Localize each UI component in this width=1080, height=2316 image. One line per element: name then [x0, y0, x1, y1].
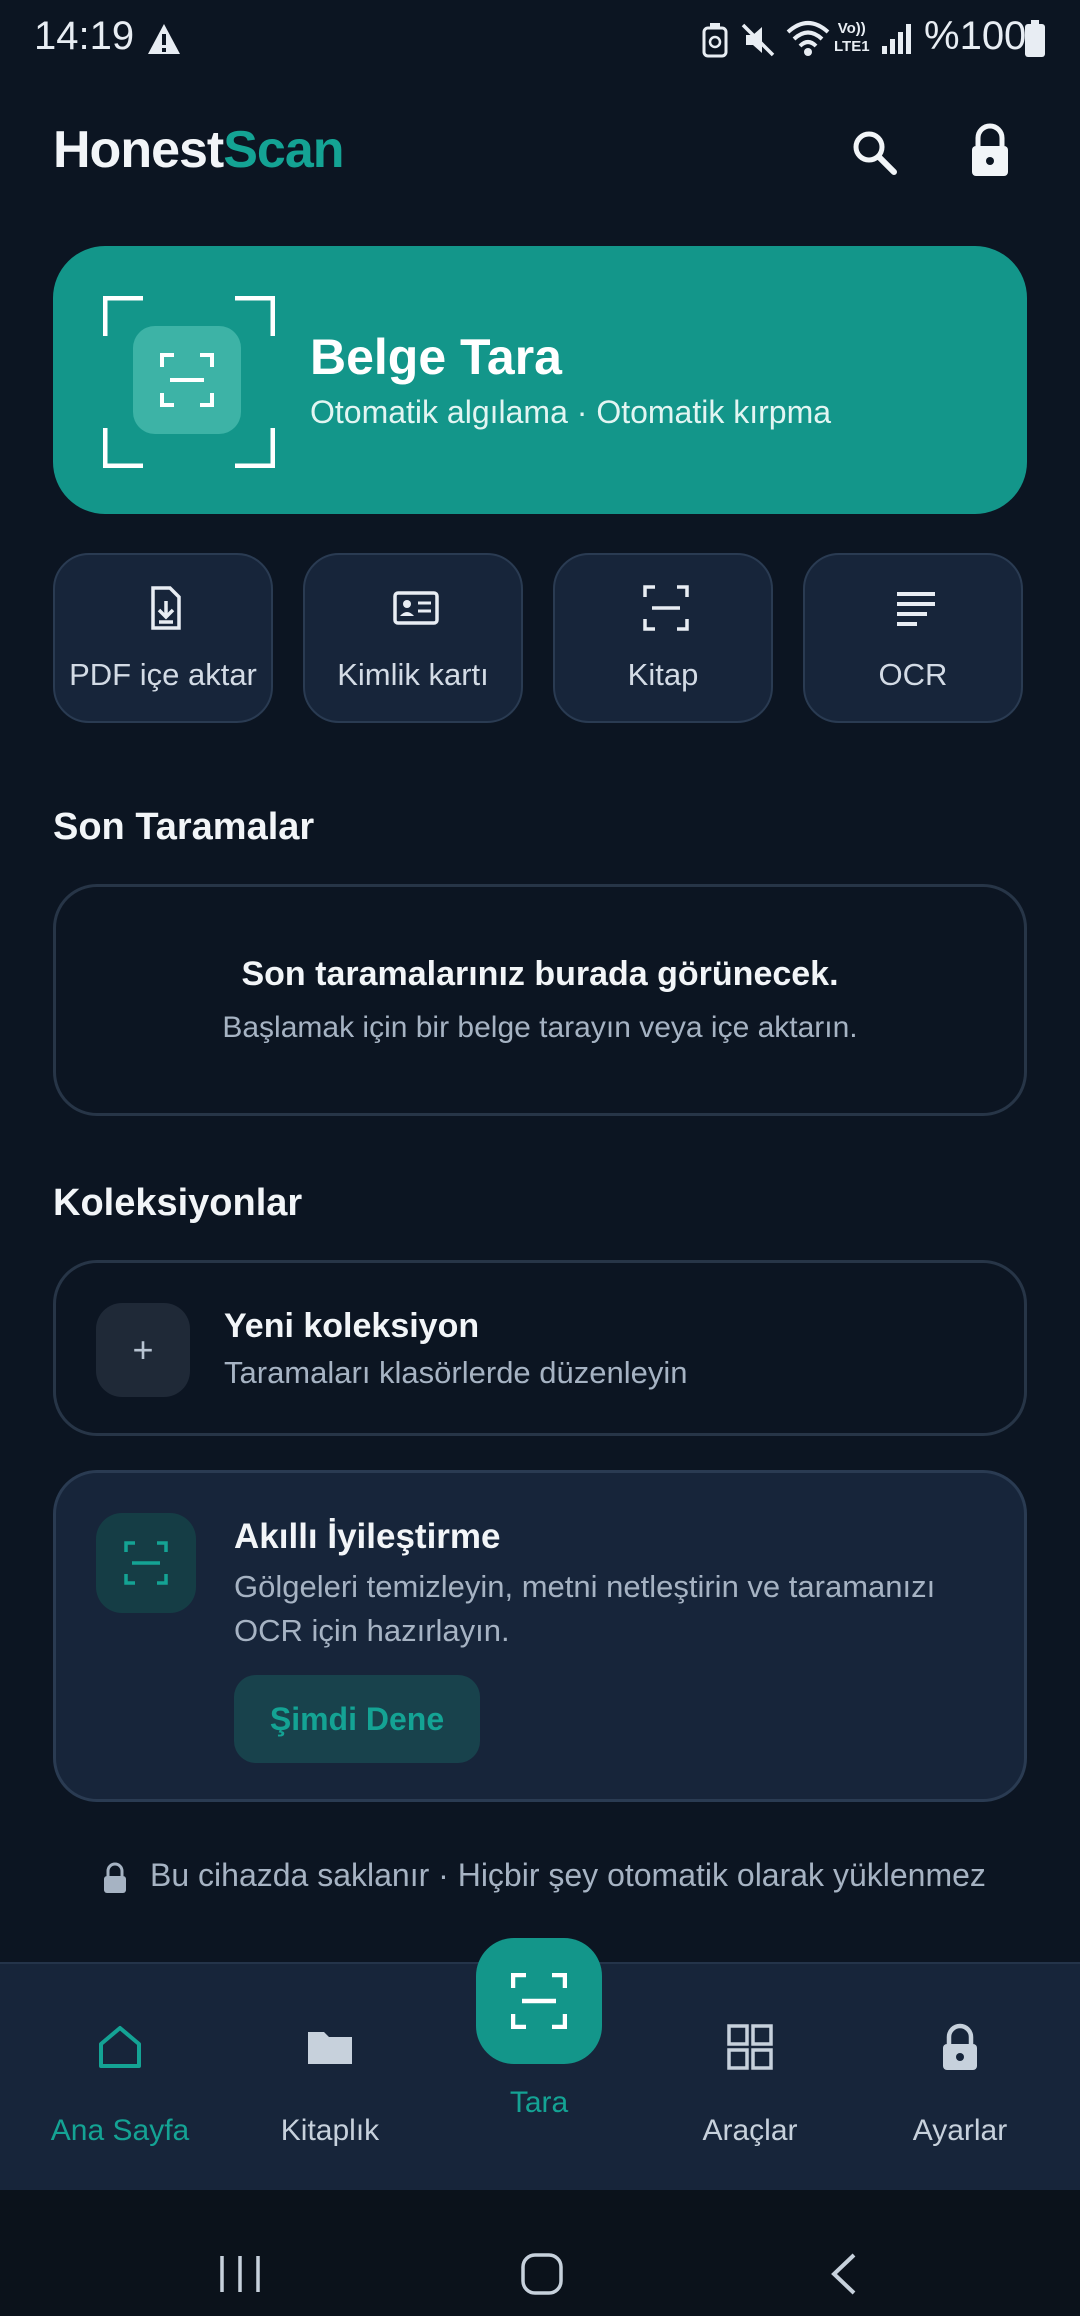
hero-title: Belge Tara	[310, 329, 562, 385]
empty-state-subtitle: Başlamak için bir belge tarayın veya içe…	[222, 1011, 858, 1044]
quick-action-ocr[interactable]: OCR	[803, 553, 1023, 723]
recent-scans-title: Son Taramalar	[53, 806, 315, 848]
back-icon[interactable]	[828, 2252, 858, 2296]
nav-label: Ana Sayfa	[50, 2114, 190, 2147]
battery-percent: %100	[924, 14, 1027, 58]
lock-icon	[104, 1862, 126, 1893]
quick-action-label: Kimlik kartı	[337, 657, 489, 692]
empty-state-title: Son taramalarınız burada görünecek.	[241, 955, 839, 993]
quick-action-label: Kitap	[627, 657, 699, 692]
lte-label: LTE1	[834, 38, 870, 55]
privacy-note: Bu cihazda saklanır · Hiçbir şey otomati…	[150, 1857, 986, 1893]
lock-icon[interactable]	[966, 122, 1014, 178]
quick-action-id-card[interactable]: Kimlik kartı	[303, 553, 523, 723]
ocr-text-icon	[897, 592, 935, 626]
id-card-icon	[393, 591, 439, 625]
battery-icon	[1025, 20, 1045, 57]
system-navigation-bar	[0, 2190, 1080, 2316]
try-now-button[interactable]: Şimdi Dene	[234, 1675, 480, 1763]
recent-apps-icon[interactable]	[218, 2254, 262, 2294]
home-button-icon[interactable]	[520, 2252, 564, 2296]
smart-enhance-card: Akıllı İyileştirme Gölgeleri temizleyin,…	[53, 1470, 1027, 1802]
smart-enhance-title: Akıllı İyileştirme	[234, 1517, 501, 1556]
nav-label: Kitaplık	[280, 2114, 380, 2147]
scan-icon	[124, 1541, 168, 1585]
mute-icon	[741, 23, 775, 57]
search-icon[interactable]	[850, 128, 898, 176]
signal-icon	[882, 24, 911, 54]
status-time: 14:19	[34, 14, 135, 58]
quick-action-book[interactable]: Kitap	[553, 553, 773, 723]
plus-icon: +	[96, 1303, 190, 1397]
recent-scans-empty-card: Son taramalarınız burada görünecek. Başl…	[53, 884, 1027, 1116]
nav-label: Araçlar	[702, 2114, 798, 2147]
collections-title: Koleksiyonlar	[53, 1182, 303, 1224]
volte-label: Vo))	[837, 20, 866, 37]
pdf-import-icon	[151, 586, 181, 630]
lock-icon	[943, 2023, 977, 2070]
scan-document-card[interactable]: Belge Tara Otomatik algılama · Otomatik …	[53, 246, 1027, 514]
new-collection-subtitle: Taramaları klasörlerde düzenleyin	[224, 1355, 688, 1390]
quick-action-label: OCR	[878, 657, 948, 692]
quick-action-label: PDF içe aktar	[69, 657, 257, 692]
scan-icon-box	[133, 326, 241, 434]
volte-icon: Vo)) LTE1	[834, 20, 870, 56]
app-logo: HonestScan	[53, 120, 345, 180]
wifi-icon	[786, 21, 830, 56]
status-bar: 14:19 Vo)) LTE1 %100	[0, 0, 1080, 80]
smart-enhance-description: Gölgeleri temizleyin, metni netleştirin …	[234, 1569, 936, 1648]
quick-action-pdf-import[interactable]: PDF içe aktar	[53, 553, 273, 723]
smart-enhance-icon-box	[96, 1513, 196, 1613]
book-scan-icon	[643, 585, 689, 631]
nav-label: Ayarlar	[912, 2114, 1008, 2147]
grid-icon	[727, 2024, 773, 2070]
warning-icon	[148, 24, 180, 54]
scan-fab-label: Tara	[509, 2086, 569, 2119]
alarm-icon	[702, 23, 728, 58]
new-collection-title: Yeni koleksiyon	[224, 1307, 480, 1345]
home-icon	[99, 2026, 141, 2068]
logo-part-2: Scan	[223, 121, 344, 179]
scan-icon	[160, 353, 214, 407]
logo-part-1: Honest	[53, 121, 224, 179]
scan-icon	[511, 1973, 567, 2029]
new-collection-card[interactable]: + Yeni koleksiyon Taramaları klasörlerde…	[53, 1260, 1027, 1436]
scan-fab-button[interactable]	[476, 1938, 602, 2064]
folder-icon	[308, 2032, 352, 2064]
hero-subtitle: Otomatik algılama · Otomatik kırpma	[310, 394, 832, 430]
